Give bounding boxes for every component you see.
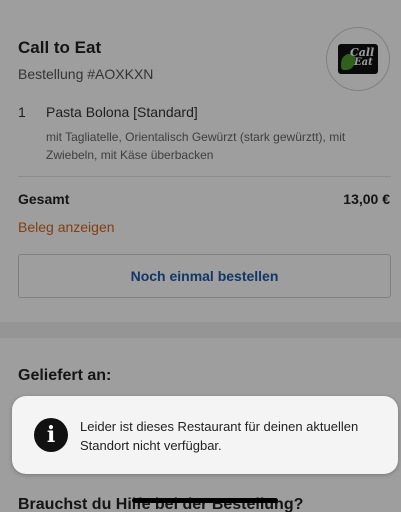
toast-message: Leider ist dieses Restaurant für deinen … [80, 419, 359, 453]
home-indicator[interactable] [132, 498, 278, 503]
unavailable-toast[interactable]: i Leider ist dieses Restaurant für deine… [12, 396, 398, 474]
info-icon: i [34, 418, 68, 452]
